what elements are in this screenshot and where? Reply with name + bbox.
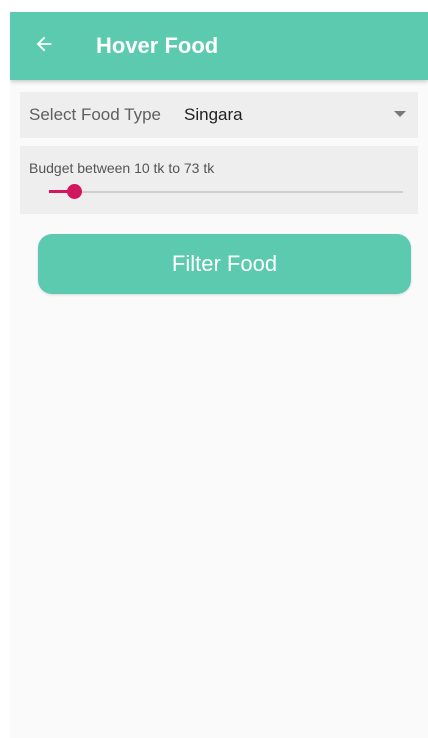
- filter-food-button[interactable]: Filter Food: [38, 234, 411, 294]
- budget-card: Budget between 10 tk to 73 tk: [20, 146, 418, 214]
- budget-slider[interactable]: [49, 182, 403, 202]
- food-type-selected-value: Singara: [184, 105, 243, 124]
- screen: Hover Food Select Food Type Singara Budg…: [10, 12, 428, 738]
- slider-track: [49, 191, 403, 193]
- food-type-label: Select Food Type: [29, 105, 161, 124]
- app-bar: Hover Food: [10, 12, 428, 80]
- page-title: Hover Food: [96, 33, 219, 58]
- back-button[interactable]: [24, 26, 64, 66]
- caret-down-icon: [394, 111, 406, 117]
- slider-thumb[interactable]: [66, 184, 82, 199]
- budget-label: Budget between 10 tk to 73 tk: [29, 160, 215, 176]
- arrow-left-icon: [33, 33, 55, 60]
- food-type-dropdown[interactable]: Select Food Type Singara: [20, 92, 418, 138]
